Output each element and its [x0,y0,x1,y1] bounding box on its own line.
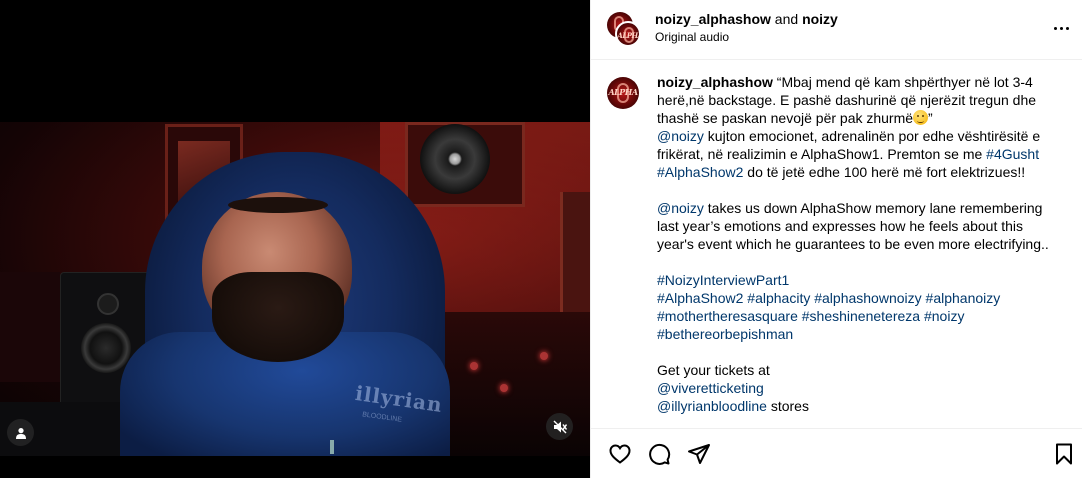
caption-text: kujton emocionet, adrenalinën por edhe v… [657,128,1041,162]
hashtag-link[interactable]: #mothertheresasquare [657,308,798,324]
hashtag-link[interactable]: #AlphaShow2 [657,290,743,306]
tagged-people-button[interactable] [7,419,34,446]
author-link[interactable]: noizy_alphashow [655,11,771,27]
more-horizontal-icon [1053,26,1069,30]
post-authors: noizy_alphashow and noizy [655,11,838,27]
caption-text: stores [766,398,809,414]
like-button[interactable] [607,441,633,467]
authors-connector: and [770,11,803,27]
rack-light [470,362,478,370]
caption-paragraph: Get your tickets at @viveretticketing @i… [657,361,1057,415]
hoodie-zip [330,440,334,454]
caption-paragraph: @noizy takes us down AlphaShow memory la… [657,199,1057,253]
caption-paragraph: noizy_alphashow “Mbaj mend që kam shpërt… [657,73,1057,181]
hashtag-link[interactable]: #NoizyInterviewPart1 [657,272,789,288]
heart-icon [609,444,631,464]
hashtag-link[interactable]: #noizy [924,308,964,324]
mute-toggle-button[interactable] [546,413,573,440]
video-player[interactable]: illyrian BLOODLINE [0,122,590,456]
mention-link[interactable]: @noizy [657,200,704,216]
gold-record [420,124,490,194]
caption-text: do të jetë edhe 100 herë më fort elektri… [743,164,1026,180]
post-details-panel: ALPHA noizy_alphashow and noizy Original… [590,0,1082,478]
hashtag-link[interactable]: #alphanoizy [926,290,1001,306]
share-button[interactable] [686,441,712,467]
caption-quote-end: ” [928,110,933,126]
mention-link[interactable]: @illyrianbloodline [657,398,767,414]
hashtag-list: #AlphaShow2 #alphacity #alphashownoizy #… [657,289,1057,343]
avatar-text: ALPHA [608,87,638,97]
hashtag-link[interactable]: #4Gusht [986,146,1039,162]
media-panel: illyrian BLOODLINE [0,0,590,478]
mention-link[interactable]: @noizy [657,128,704,144]
studio-monitor [0,272,60,382]
hashtag-link[interactable]: #alphacity [747,290,810,306]
wink-emoji-icon [913,110,929,125]
bookmark-icon [1056,443,1072,465]
paper-plane-icon [688,444,710,464]
caption-text: Get your tickets at [657,362,770,378]
hashtag-link[interactable]: #AlphaShow2 [657,164,743,180]
coauthor-link[interactable]: noizy [802,11,838,27]
hashtag-link[interactable]: #bethereorbepishman [657,326,793,342]
person-beard [212,272,344,362]
speaker-muted-icon [553,420,567,433]
more-options-button[interactable] [1049,16,1073,40]
hashtag-link[interactable]: #sheshinenetereza [802,308,920,324]
audio-link[interactable]: Original audio [655,30,729,44]
save-button[interactable] [1051,441,1077,467]
coauthor-avatar[interactable]: ALPHA [615,21,641,47]
caption-username[interactable]: noizy_alphashow [657,74,773,90]
wall-poster-right [560,192,590,312]
action-bar [591,428,1082,478]
comment-bubble-icon [649,443,671,465]
mention-link[interactable]: @viveretticketing [657,380,764,396]
avatar-text: ALPHA [617,31,641,40]
person-tag-icon [15,427,26,439]
comments-area[interactable]: ALPHA noizy_alphashow “Mbaj mend që kam … [591,61,1082,427]
person-brow [228,197,328,213]
rack-light [540,352,548,360]
post-header: ALPHA noizy_alphashow and noizy Original… [591,0,1082,60]
post-caption: noizy_alphashow “Mbaj mend që kam shpërt… [657,73,1057,415]
caption-text: takes us down AlphaShow memory lane reme… [657,200,1049,252]
rack-light [500,384,508,392]
caption-author-avatar[interactable]: ALPHA [607,77,639,109]
caption-paragraph: #NoizyInterviewPart1 [657,271,1057,289]
comment-button[interactable] [646,441,672,467]
hashtag-link[interactable]: #alphashownoizy [814,290,921,306]
